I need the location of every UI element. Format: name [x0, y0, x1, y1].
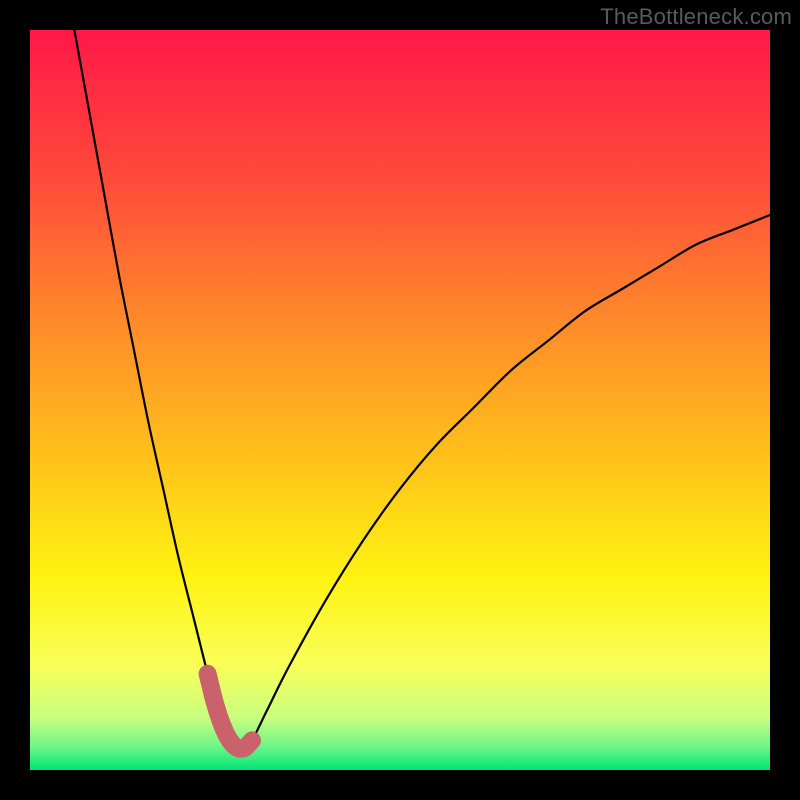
- chart-background: [30, 30, 770, 770]
- bottleneck-chart: [30, 30, 770, 770]
- chart-frame: TheBottleneck.com: [0, 0, 800, 800]
- watermark-label: TheBottleneck.com: [600, 4, 792, 30]
